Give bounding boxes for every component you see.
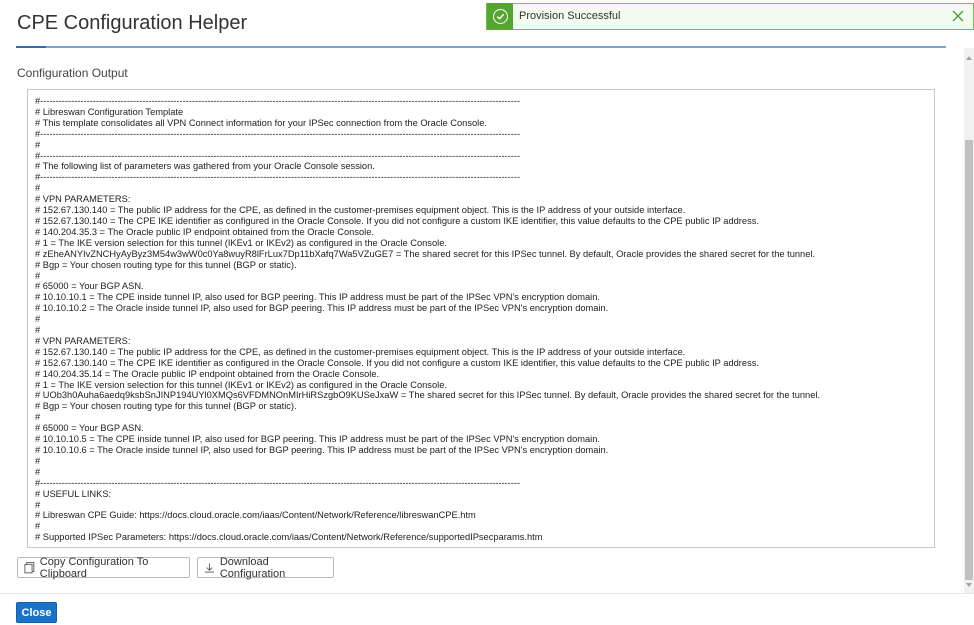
copy-configuration-label: Copy Configuration To Clipboard (39, 555, 149, 580)
success-toast: Provision Successful (486, 3, 974, 30)
dialog-content: Configuration Output #------------------… (0, 48, 964, 593)
page-title: CPE Configuration Helper (17, 12, 248, 34)
scroll-up-arrow-icon[interactable] (966, 56, 972, 60)
page-scrollbar[interactable] (964, 48, 974, 593)
toast-close-icon[interactable] (949, 7, 967, 25)
configuration-output-textarea[interactable]: #---------------------------------------… (27, 89, 935, 548)
scroll-down-arrow-icon[interactable] (966, 583, 972, 587)
close-button[interactable]: Close (16, 602, 57, 623)
download-configuration-label: Download Configuration (219, 555, 286, 580)
copy-icon (24, 562, 35, 574)
toast-message: Provision Successful (519, 10, 621, 22)
download-configuration-button[interactable]: Download Configuration (197, 555, 334, 580)
copy-configuration-button[interactable]: Copy Configuration To Clipboard (17, 555, 190, 580)
dialog-footer: Close (0, 593, 974, 625)
configuration-output-text: #---------------------------------------… (35, 96, 821, 543)
configuration-output-label: Configuration Output (17, 66, 128, 80)
check-circle-icon (487, 3, 513, 30)
scrollbar-thumb[interactable] (965, 140, 973, 580)
download-icon (204, 562, 214, 573)
